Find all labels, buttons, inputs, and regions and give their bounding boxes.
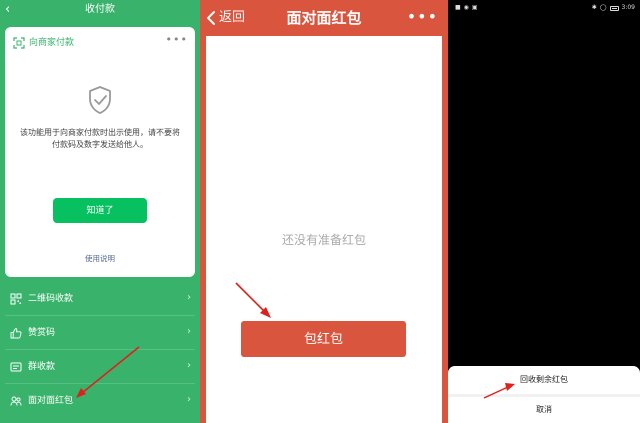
wifi-icon: ◉	[463, 4, 469, 11]
menu-item-group-collect[interactable]: 群收款 ›	[5, 350, 195, 384]
red-envelope-icon	[10, 396, 22, 406]
shield-check-icon	[89, 86, 111, 114]
video-icon: ▣	[471, 4, 478, 11]
qrcode-icon	[10, 293, 22, 304]
pay-topbar: ‹ 收付款	[0, 0, 200, 22]
pay-screen: ‹ 收付款 向商家付款 ••• 该功能用于向商家付款时出示使用，请不要将付款码及…	[0, 0, 200, 423]
status-bar: ■ ◉ ▣ ✱ ◯ 3:09	[448, 0, 640, 16]
pay-menu: 二维码收款 › 赞赏码 › 群收款 › 面对面红包 ›	[5, 282, 195, 418]
merchant-pay-header: 向商家付款	[13, 36, 74, 50]
more-dots-icon[interactable]: •••	[407, 8, 438, 26]
thumbs-up-icon	[10, 327, 22, 338]
help-link[interactable]: 使用说明	[5, 254, 195, 264]
chevron-right-icon: ›	[187, 360, 191, 371]
alarm-icon: ◯	[599, 4, 607, 11]
red-packet-content: 还没有准备红包 包红包	[206, 36, 442, 423]
action-sheet-screen: ■ ◉ ▣ ✱ ◯ 3:09 回收剩余红包 取消	[448, 0, 640, 423]
cancel-button[interactable]: 取消	[448, 397, 640, 423]
bluetooth-icon: ✱	[591, 4, 597, 11]
more-dots-icon[interactable]: •••	[166, 33, 188, 47]
menu-label: 二维码收款	[28, 293, 74, 304]
menu-label: 面对面红包	[28, 396, 74, 406]
chevron-right-icon: ›	[187, 326, 191, 337]
red-packet-screen: 返回 面对面红包 ••• 还没有准备红包 包红包	[200, 0, 448, 423]
wrap-red-packet-button[interactable]: 包红包	[241, 321, 406, 357]
scan-frame-icon	[13, 37, 25, 49]
recall-remaining-button[interactable]: 回收剩余红包	[448, 366, 640, 394]
status-right: ✱ ◯ 3:09	[589, 0, 635, 16]
group-icon	[10, 362, 22, 371]
battery-icon	[609, 5, 619, 11]
menu-label: 赞赏码	[28, 327, 56, 338]
menu-item-face-to-face-red-packet[interactable]: 面对面红包 ›	[5, 384, 195, 418]
notification-icon: ■	[455, 4, 461, 11]
merchant-pay-card: 向商家付款 ••• 该功能用于向商家付款时出示使用，请不要将付款码及数字发送给他…	[5, 27, 195, 277]
got-it-button[interactable]: 知道了	[53, 198, 147, 223]
status-left: ■ ◉ ▣	[455, 0, 481, 16]
empty-state-text: 还没有准备红包	[281, 233, 366, 247]
action-sheet: 回收剩余红包 取消	[448, 366, 640, 423]
menu-item-reward-code[interactable]: 赞赏码 ›	[5, 316, 195, 350]
menu-item-qrcode-collect[interactable]: 二维码收款 ›	[5, 282, 195, 316]
status-time: 3:09	[621, 4, 635, 11]
pay-title: 收付款	[85, 4, 115, 15]
chevron-right-icon: ›	[187, 394, 191, 405]
chevron-right-icon: ›	[187, 292, 191, 303]
merchant-pay-label: 向商家付款	[29, 38, 75, 48]
security-notice: 该功能用于向商家付款时出示使用，请不要将付款码及数字发送给他人。	[20, 128, 180, 149]
menu-label: 群收款	[28, 361, 56, 372]
